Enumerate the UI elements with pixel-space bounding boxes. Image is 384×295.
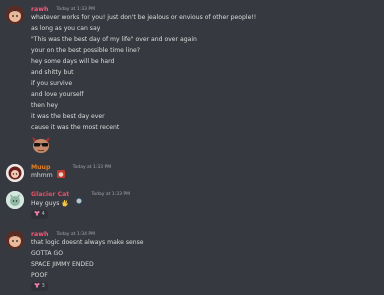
timestamp: Today at 1:33 PM <box>91 192 130 197</box>
message-group: Glacier Cat Today at 1:33 PM Hey guys 4 <box>0 189 384 224</box>
message-text: Hey guys <box>31 200 60 207</box>
message-line: if you survive <box>31 80 73 87</box>
message-line: and love yourself <box>31 91 84 98</box>
role-badge-icon <box>75 190 84 205</box>
message-line: it was the best day ever <box>31 113 105 120</box>
user-avatar[interactable] <box>6 231 24 249</box>
message-group: Muup Today at 1:33 PM mhmm <box>0 162 384 184</box>
message-group: rawh Today at 1:34 PM that logic doesnt … <box>0 229 384 293</box>
message-line: as long as you can say <box>31 25 101 32</box>
username[interactable]: rawh <box>31 231 48 238</box>
timestamp: Today at 1:33 PM <box>72 165 112 170</box>
message-line: and shitty but <box>31 69 74 76</box>
blossom-icon <box>34 283 40 288</box>
reaction-count: 4 <box>41 211 45 217</box>
message-line: "This was the best day of my life" over … <box>31 36 197 43</box>
user-avatar[interactable] <box>6 6 24 24</box>
message-line: cause it was the most recent <box>31 124 120 131</box>
message-line: hey some days will be hard <box>31 58 115 65</box>
message-line: whatever works for you! just don't be je… <box>31 14 257 21</box>
reaction-button[interactable]: 4 <box>31 210 48 219</box>
role-badge-icon <box>56 163 65 178</box>
message-line: then hey <box>31 102 59 109</box>
username[interactable]: Glacier Cat <box>31 191 69 198</box>
message-line: mhmm <box>31 172 53 179</box>
reaction-button[interactable]: 3 <box>31 282 48 291</box>
waving-hand-icon <box>61 199 69 210</box>
chat-messages: rawh Today at 1:33 PM whatever works for… <box>0 0 384 295</box>
timestamp: Today at 1:33 PM <box>56 7 95 12</box>
reaction-count: 3 <box>41 283 45 289</box>
user-avatar[interactable] <box>6 191 24 209</box>
message-line: that logic doesnt always make sense <box>31 239 144 246</box>
message-line: your on the best possible time line? <box>31 47 141 54</box>
sunglasses-character-emoji-icon <box>31 136 51 158</box>
user-avatar[interactable] <box>6 164 24 182</box>
message-line: Hey guys <box>31 199 69 210</box>
message-group: rawh Today at 1:33 PM whatever works for… <box>0 4 384 154</box>
message-line: GOTTA GO <box>31 250 64 257</box>
username[interactable]: Muup <box>31 164 50 171</box>
message-line: POOF <box>31 272 48 279</box>
timestamp: Today at 1:34 PM <box>56 232 95 237</box>
message-line: SPACE JIMMY ENDED <box>31 261 94 268</box>
username[interactable]: rawh <box>31 6 48 13</box>
blossom-icon <box>34 211 40 216</box>
